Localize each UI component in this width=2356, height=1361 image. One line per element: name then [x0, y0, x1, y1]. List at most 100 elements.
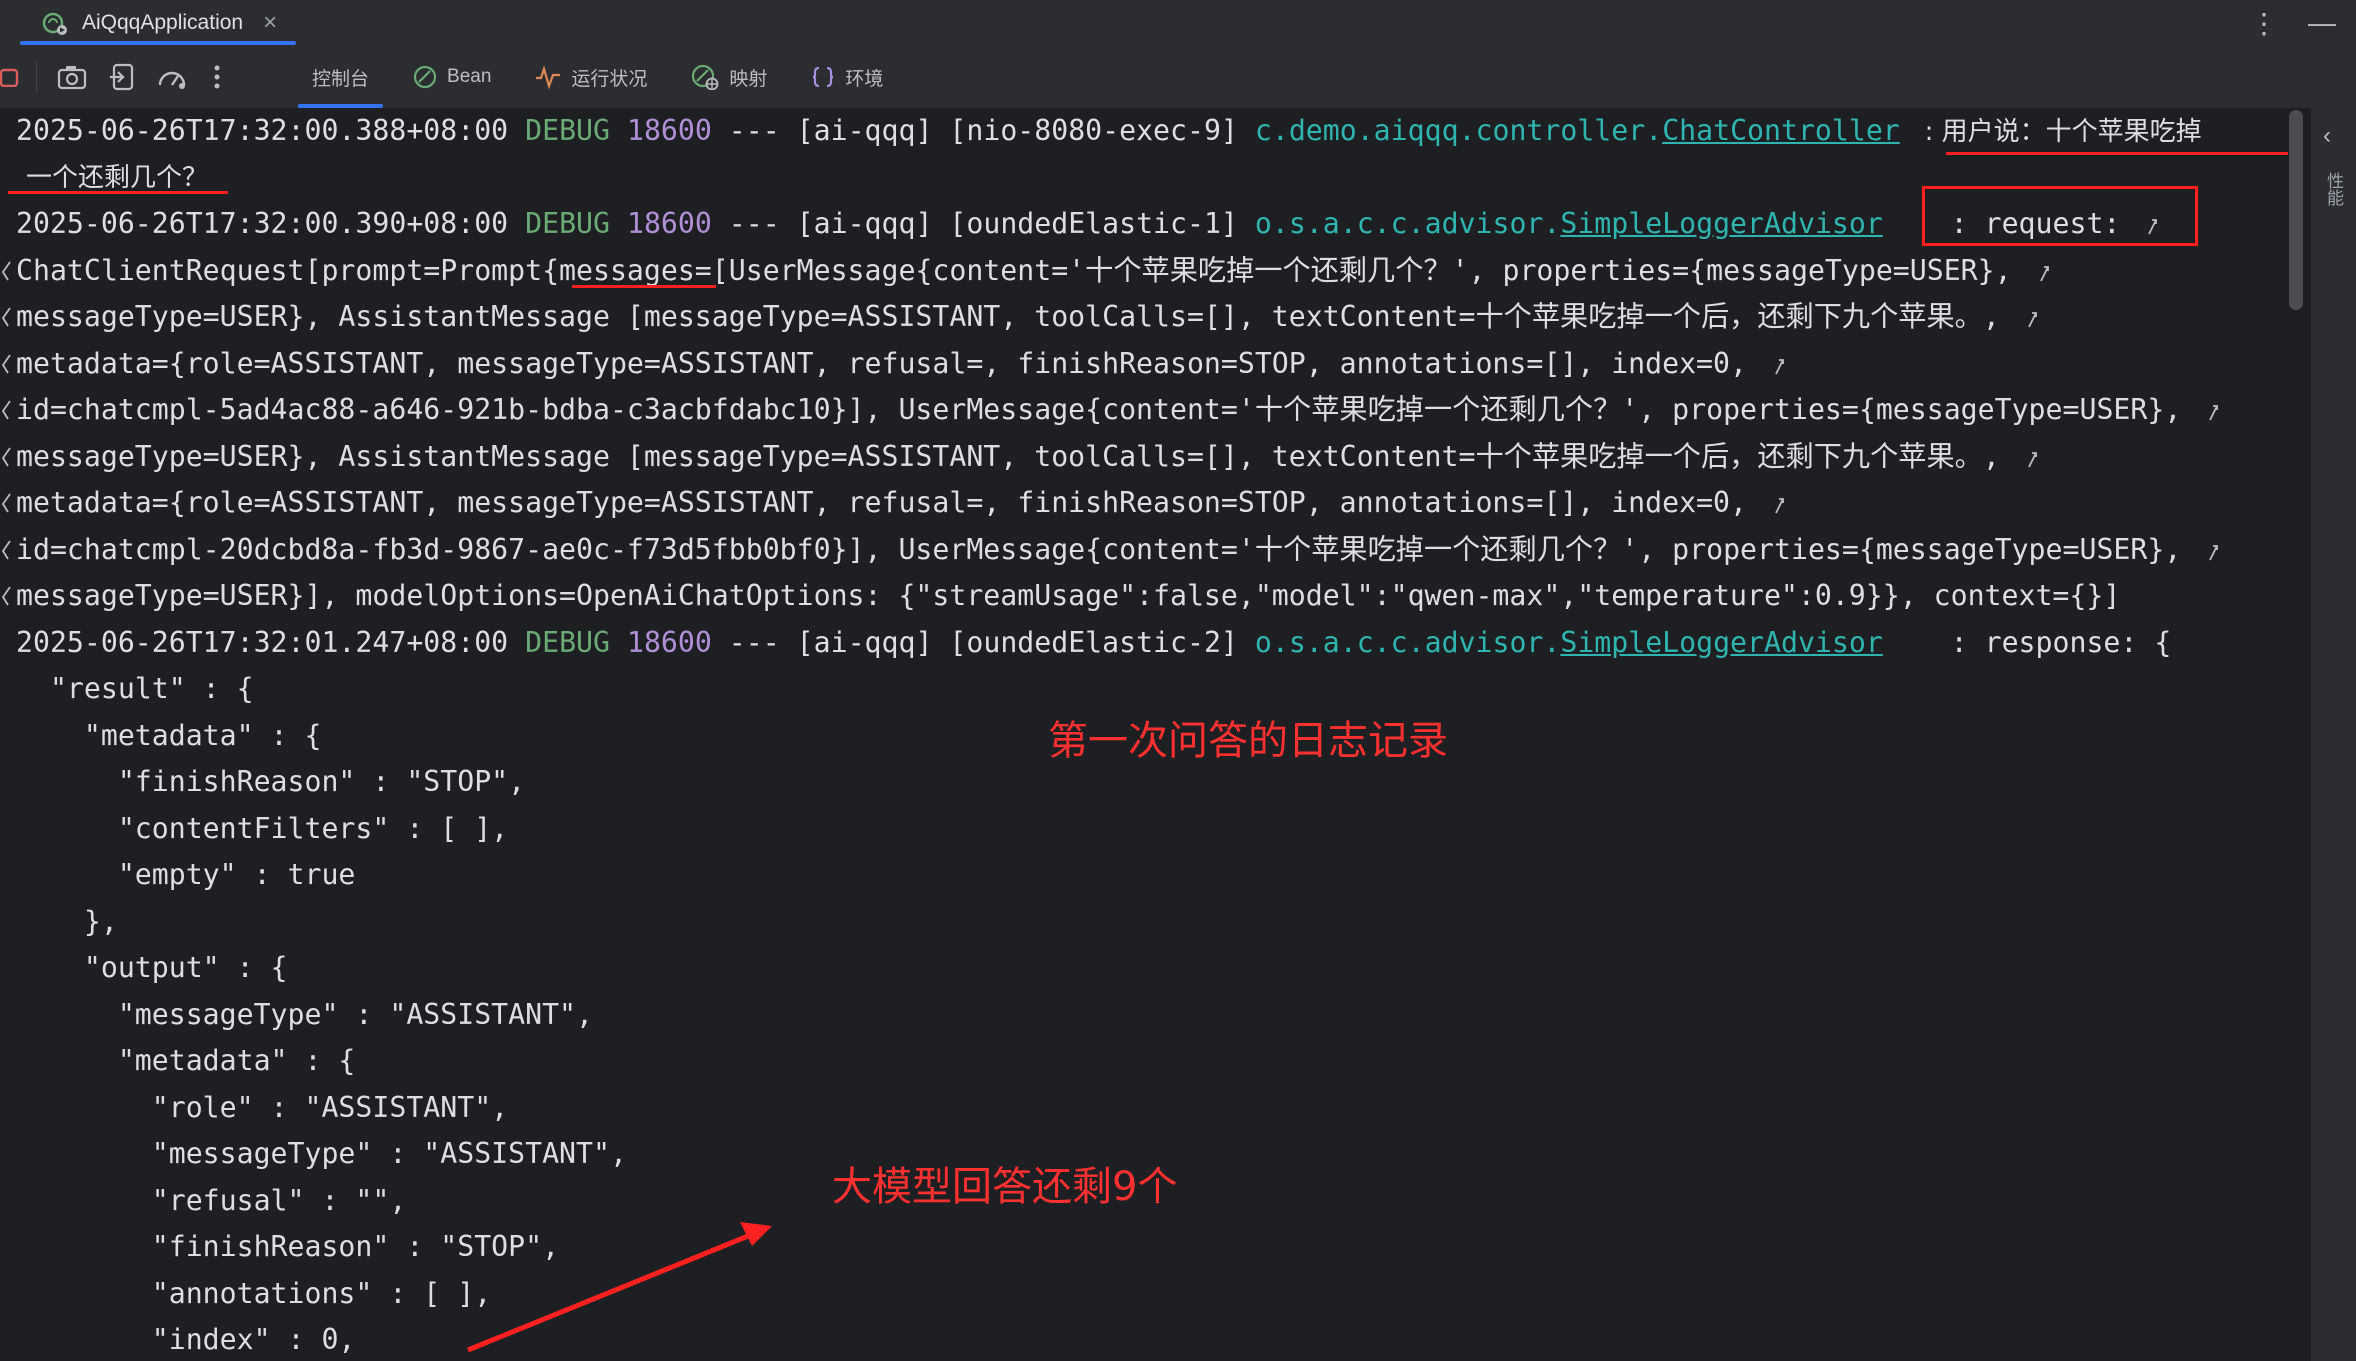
tab-mappings-label: 映射 [729, 68, 768, 90]
annotation-label-first-qa: 第一次问答的日志记录 [1048, 718, 1448, 764]
json-line: "empty" : true [16, 858, 356, 891]
soft-wrap-icon [2027, 451, 2037, 467]
soft-wrap-continue-icon [1, 400, 11, 420]
log-wrapped-line: ChatClientRequest[prompt=Prompt{messages… [1, 248, 2220, 295]
soft-wrap-icon [1775, 358, 1784, 374]
log-wrapped-line: id=chatcmpl-5ad4ac88-a646-921b-bdba-c3ac… [1, 387, 2220, 434]
logger-package: o.s.a.c.c.advisor. [1254, 625, 1561, 659]
performance-button[interactable] [147, 46, 197, 108]
active-tab-indicator [20, 41, 296, 45]
tab-health-label: 运行状况 [571, 68, 648, 90]
right-side-panel: ‹ 性能 [2310, 108, 2356, 1361]
json-line: "metadata" : { [16, 1044, 356, 1077]
title-bar: AiQqqApplication × ⋮ — [0, 0, 2356, 46]
view-tabs: 控制台 Bean 运行状况 映射 环境 [290, 46, 905, 108]
soft-wrap-continue-icon [1, 446, 11, 466]
performance-panel-label[interactable]: 性能 [2321, 172, 2346, 206]
json-line: "contentFilters" : [ ], [16, 811, 509, 845]
soft-wrap-continue-icon [1, 260, 11, 280]
log-line: 2025-06-26T17:32:00.388+08:00 DEBUG 1860… [16, 108, 2220, 155]
tab-health[interactable]: 运行状况 [513, 46, 669, 108]
log-level: DEBUG [525, 207, 610, 240]
log-text: metadata={role=ASSISTANT, messageType=AS… [16, 346, 1764, 380]
environment-icon [813, 66, 834, 88]
log-line-continuation: 一个还剩几个？ [16, 155, 2220, 202]
json-line: "output" : { [16, 951, 288, 984]
tab-mappings[interactable]: 映射 [669, 46, 789, 108]
run-toolbar: 控制台 Bean 运行状况 映射 环境 [0, 46, 2356, 109]
spring-boot-app-icon [42, 12, 67, 35]
json-line: "messageType" : "ASSISTANT", [16, 997, 593, 1031]
tab-console[interactable]: 控制台 [290, 46, 391, 108]
soft-wrap-icon [1775, 498, 1784, 514]
log-wrapped-line: messageType=USER}, AssistantMessage [mes… [1, 434, 2220, 481]
soft-wrap-continue-icon [1, 353, 11, 373]
log-text: metadata={role=ASSISTANT, messageType=AS… [16, 486, 1764, 519]
more-actions-button[interactable] [197, 46, 237, 108]
log-level: DEBUG [525, 114, 610, 147]
log-wrapped-line: metadata={role=ASSISTANT, messageType=AS… [1, 480, 2220, 527]
tab-environment[interactable]: 环境 [789, 46, 905, 108]
log-thread: --- [ai-qqq] [oundedElastic-2] [711, 625, 1255, 659]
soft-wrap-icon [2209, 405, 2219, 421]
log-text: messageType=USER}], modelOptions=OpenAiC… [16, 579, 2121, 612]
tab-environment-label: 环境 [845, 68, 884, 90]
logger-package: o.s.a.c.c.advisor. [1254, 207, 1561, 240]
stop-button[interactable] [0, 46, 30, 108]
health-icon [536, 65, 561, 89]
log-text: id=chatcmpl-20dcbd8a-fb3d-9867-ae0c-f73d… [16, 532, 2199, 566]
annotation-underline [8, 191, 228, 194]
bean-icon [413, 65, 437, 89]
mapping-icon [692, 64, 719, 90]
log-text: messageType=USER}, AssistantMessage [mes… [16, 439, 2017, 473]
annotation-label-model-answer: 大模型回答还剩9个 [832, 1164, 1178, 1210]
log-level: DEBUG [525, 625, 610, 659]
annotation-box [1922, 186, 2198, 246]
log-message: : response: { [1882, 625, 2172, 659]
log-wrapped-line: messageType=USER}, AssistantMessage [mes… [1, 294, 2220, 341]
tab-bean[interactable]: Bean [391, 46, 513, 108]
json-line: "result" : { [16, 672, 254, 705]
run-tab[interactable]: AiQqqApplication × [24, 0, 293, 46]
soft-wrap-continue-icon [1, 493, 11, 513]
log-text: ChatClientRequest[prompt=Prompt{messages… [16, 253, 2029, 287]
logger-class-link[interactable]: SimpleLoggerAdvisor [1560, 626, 1882, 659]
collapse-panel-icon[interactable]: ‹ [2323, 122, 2331, 150]
json-line: "role" : "ASSISTANT", [16, 1090, 509, 1124]
log-timestamp: 2025-06-26T17:32:01.247+08:00 [16, 625, 509, 659]
log-message-continuation: 一个还剩几个？ [26, 162, 209, 193]
log-wrapped-line: id=chatcmpl-20dcbd8a-fb3d-9867-ae0c-f73d… [1, 527, 2220, 574]
console-scrollbar[interactable] [2289, 110, 2303, 310]
minimize-icon[interactable]: — [2308, 7, 2336, 39]
log-pid: 18600 [626, 625, 712, 659]
restore-layout-icon [110, 63, 134, 91]
logger-class-link[interactable]: SimpleLoggerAdvisor [1560, 207, 1882, 240]
tab-title: AiQqqApplication [82, 11, 244, 34]
restore-layout-button[interactable] [97, 46, 147, 108]
log-message: : 用户说：十个苹果吃掉 [1899, 117, 2202, 147]
tab-close-icon[interactable]: × [263, 11, 277, 35]
json-line: "index" : 0, [16, 1323, 356, 1356]
soft-wrap-continue-icon [1, 539, 11, 559]
log-text: messageType=USER}, AssistantMessage [mes… [16, 300, 2017, 333]
json-line: }, [16, 904, 118, 938]
log-wrapped-line: messageType=USER}], modelOptions=OpenAiC… [1, 573, 2220, 620]
log-pid: 18600 [626, 114, 712, 147]
log-timestamp: 2025-06-26T17:32:00.390+08:00 [16, 207, 509, 240]
log-thread: --- [ai-qqq] [nio-8080-exec-9] [711, 114, 1255, 147]
annotation-underline [572, 285, 716, 288]
log-line: 2025-06-26T17:32:01.247+08:00 DEBUG 1860… [16, 620, 2220, 667]
more-options-icon[interactable]: ⋮ [2250, 7, 2278, 40]
json-line: "annotations" : [ ], [16, 1276, 492, 1310]
soft-wrap-icon [2209, 544, 2219, 560]
annotation-underline [1946, 152, 2288, 155]
more-icon [214, 65, 220, 89]
screenshot-button[interactable] [47, 46, 97, 108]
logger-package: c.demo.aiqqq.controller. [1254, 114, 1663, 147]
json-line: "finishReason" : "STOP", [16, 1230, 560, 1263]
logger-class-link[interactable]: ChatController [1662, 114, 1900, 147]
tab-console-label: 控制台 [312, 68, 370, 90]
log-pid: 18600 [626, 207, 712, 240]
log-timestamp: 2025-06-26T17:32:00.388+08:00 [16, 114, 509, 147]
soft-wrap-icon [2039, 265, 2049, 281]
